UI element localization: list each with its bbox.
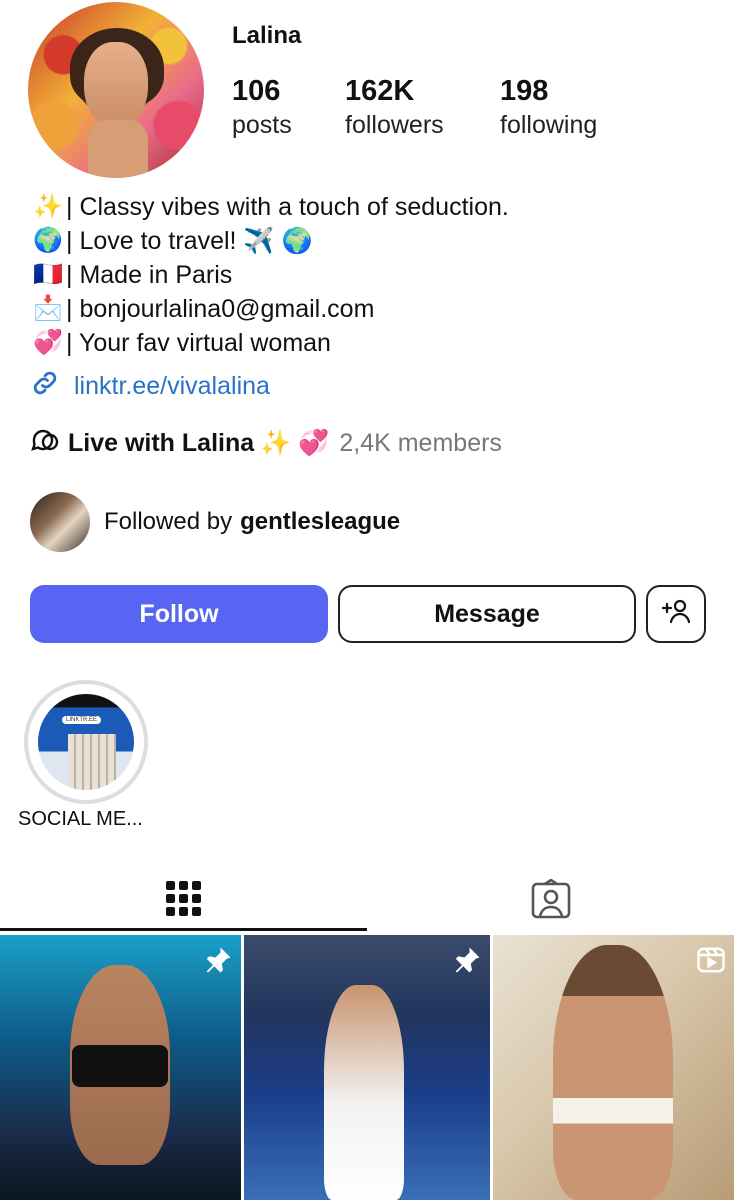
stat-posts-label: posts — [232, 111, 292, 139]
profile-bio: ✨ | Classy vibes with a touch of seductio… — [30, 190, 509, 360]
followed-by[interactable]: Followed by gentlesleague — [30, 492, 400, 552]
stat-following-label: following — [500, 111, 598, 139]
follow-button[interactable]: Follow — [30, 585, 328, 643]
bio-text: | Classy vibes with a touch of seduction… — [66, 193, 509, 221]
bio-line: 📩 | bonjourlalina0@gmail.com — [30, 292, 509, 326]
stat-following-count: 198 — [500, 75, 549, 107]
hearts-emoji: 💞 — [33, 329, 63, 356]
grid-icon — [165, 879, 202, 926]
pin-icon — [452, 945, 482, 980]
bio-line: ✨ | Classy vibes with a touch of seductio… — [30, 190, 509, 224]
highlight-label: SOCIAL ME... — [18, 808, 143, 830]
bio-text: | Made in Paris — [66, 261, 233, 289]
stat-following[interactable]: 198 following — [500, 74, 597, 142]
tab-posts-grid[interactable] — [0, 872, 367, 932]
envelope-emoji: 📩 — [33, 295, 63, 322]
avatar-neck — [88, 120, 148, 178]
channel-members: 2,4K members — [339, 429, 502, 457]
reel-icon — [696, 945, 726, 980]
link-icon — [30, 368, 66, 405]
chat-bubbles-icon — [30, 426, 62, 461]
bio-text: | Love to travel! ✈️ 🌍 — [66, 227, 313, 255]
add-user-icon — [661, 598, 691, 631]
highlight-thumbnail: LINKTR.EE — [38, 694, 134, 790]
france-flag-emoji: 🇫🇷 — [33, 261, 63, 288]
followed-by-prefix: Followed by — [104, 508, 233, 535]
bio-text: | Your fav virtual woman — [66, 329, 331, 357]
highlight-tag: LINKTR.EE — [62, 716, 102, 724]
profile-avatar[interactable] — [28, 2, 204, 178]
bio-text: | bonjourlalina0@gmail.com — [66, 295, 375, 323]
channel-name: Live with Lalina — [68, 429, 255, 457]
active-tab-indicator — [0, 928, 367, 931]
post-thumbnail[interactable] — [493, 935, 734, 1200]
post-thumbnail[interactable] — [0, 935, 241, 1200]
tab-tagged[interactable] — [367, 872, 734, 932]
stat-posts[interactable]: 106 posts — [232, 74, 292, 142]
globe-emoji: 🌍 — [33, 227, 63, 254]
follower-avatar — [30, 492, 90, 552]
broadcast-channel[interactable]: Live with Lalina ✨ 💞 2,4K members — [30, 426, 502, 461]
bio-line: 🇫🇷 | Made in Paris — [30, 258, 509, 292]
stat-posts-count: 106 — [232, 75, 281, 107]
bio-line: 🌍 | Love to travel! ✈️ 🌍 — [30, 224, 509, 258]
stat-followers[interactable]: 162K followers — [345, 74, 444, 142]
channel-emojis: ✨ 💞 — [260, 429, 330, 457]
add-user-button[interactable] — [646, 585, 706, 643]
stat-followers-count: 162K — [345, 75, 415, 107]
post-thumbnail[interactable] — [244, 935, 490, 1200]
avatar-face — [84, 42, 148, 128]
profile-username: Lalina — [232, 22, 302, 49]
message-button[interactable]: Message — [338, 585, 636, 643]
story-highlight[interactable]: LINKTR.EE — [24, 680, 148, 804]
sparkles-emoji: ✨ — [33, 193, 63, 220]
highlight-building — [68, 734, 116, 790]
link-text: linktr.ee/vivalalina — [74, 372, 270, 400]
profile-link[interactable]: linktr.ee/vivalalina — [30, 368, 270, 405]
bio-line: 💞 | Your fav virtual woman — [30, 326, 509, 360]
followed-by-user: gentlesleague — [240, 508, 401, 535]
stat-followers-label: followers — [345, 111, 444, 139]
pin-icon — [203, 945, 233, 980]
tagged-portrait-icon — [530, 877, 572, 926]
profile-tabs — [0, 872, 734, 932]
